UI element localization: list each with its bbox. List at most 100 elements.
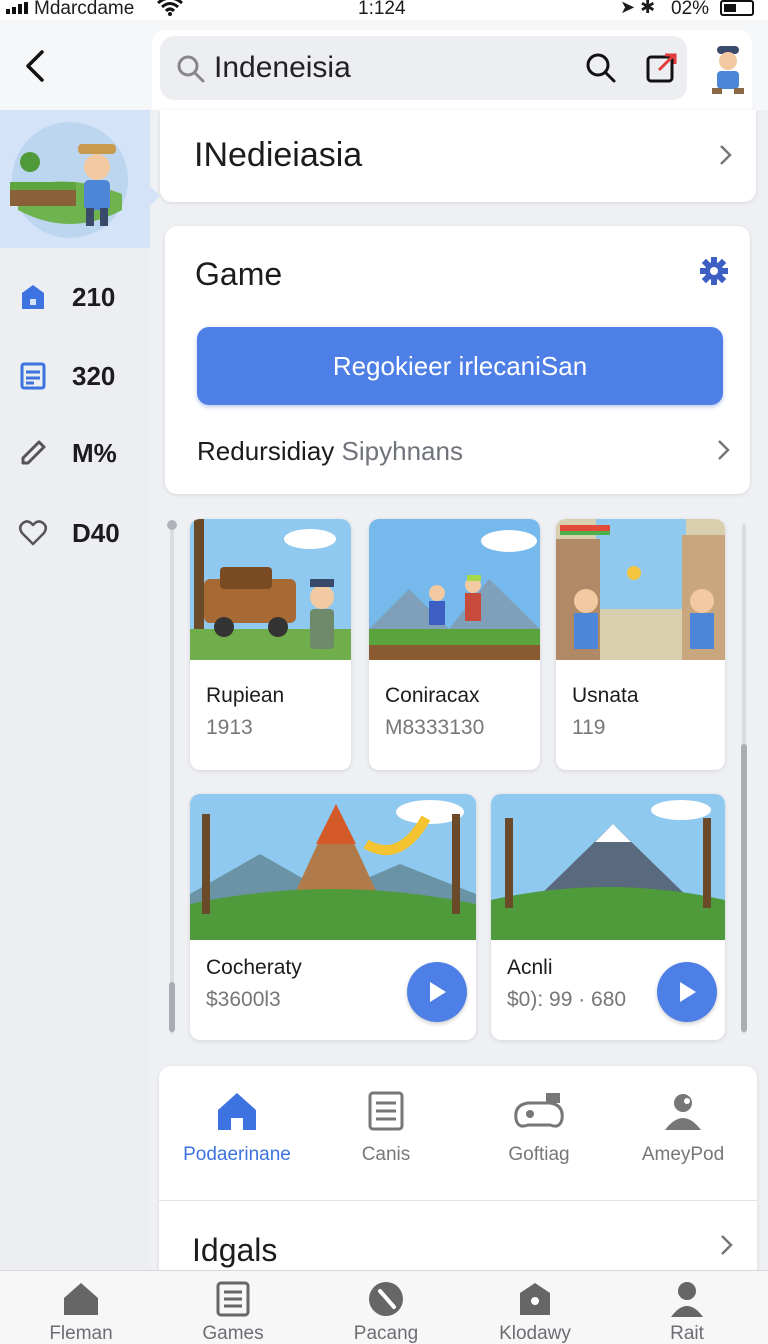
tab-rait[interactable]: Rait [632,1279,742,1344]
carrier-name: Mdarcdame [34,0,135,19]
play-icon [430,982,446,1002]
status-time: 1:124 [358,0,406,19]
game-card-link-label: Redursidiay [197,436,335,466]
game-tile-price: 1913 [206,716,253,739]
bag-icon [520,1283,550,1315]
back-button[interactable] [20,48,52,84]
game-tile-title: Coniracax [385,684,480,707]
section-nav-card: Podaerinane Canis Goftiag AmeyPod Idgals [159,1066,757,1271]
scrollbar-thumb-left[interactable] [169,982,175,1032]
game-tile-title: Acnli [507,956,553,979]
calendar-icon [18,361,48,391]
rail-stat-value: 210 [72,281,116,312]
game-card-link-muted: Sipyhnans [341,436,463,466]
rail-stat-value: M% [72,437,117,468]
battery-icon [720,0,754,16]
status-bar: Mdarcdame 1:124 ➤ ✱ 02% [0,0,768,20]
search-icon [177,55,205,83]
tab-home[interactable]: Fleman [26,1279,136,1344]
nav-item-list[interactable]: Canis [316,1086,456,1176]
game-tile-image [491,794,725,940]
tab-label: Games [202,1323,264,1344]
play-button[interactable] [657,962,717,1022]
search-bar[interactable] [160,36,687,100]
profile-avatar[interactable] [708,44,748,96]
rail-avatar-panel[interactable] [0,110,160,248]
rail-stat-4[interactable]: D40 [18,516,148,550]
chevron-right-icon [718,440,730,460]
scrollbar-thumb-right[interactable] [741,744,747,1032]
nav-item-label: Podaerinane [183,1144,291,1165]
tab-games[interactable]: Games [178,1279,288,1344]
gamepad-icon [514,1093,564,1128]
battery-percent: 02% [671,0,710,19]
rail-stat-3[interactable]: M% [18,436,148,470]
rail-stat-1[interactable]: 210 [18,280,148,314]
share-icon[interactable] [645,52,679,84]
scroll-track-left [170,524,174,1034]
primary-action-button[interactable]: Regokieer irlecaniSan [197,327,723,405]
signal-icon [6,2,28,14]
tab-label: Rait [670,1323,704,1344]
nav-item-home[interactable]: Podaerinane [167,1086,307,1176]
game-avatar-image [10,122,128,238]
country-card[interactable]: INedieiasia [160,110,756,202]
chevron-right-icon [720,145,732,165]
nav-item-person[interactable]: AmeyPod [613,1086,753,1176]
rail-notch [150,186,160,206]
game-card: Game Regokieer irlecaniSan Redursidiay S… [165,226,750,494]
scroll-dot-left [167,520,177,530]
nav-item-label: AmeyPod [641,1144,725,1165]
play-button[interactable] [407,962,467,1022]
game-tile[interactable]: Acnli $0): 99 · 680 [491,794,725,1040]
left-rail: 210 320 M% D40 [0,110,160,1270]
game-tile-title: Cocheraty [206,956,302,979]
game-tile[interactable]: Rupiean 1913 [190,519,351,770]
nav-item-label: Canis [361,1144,411,1165]
game-tile-price: $0): 99 · 680 [507,988,627,1011]
location-icon: ➤ ✱ [620,0,656,17]
game-tile-title: Usnata [572,684,639,707]
game-tile-price: M8333130 [385,716,485,739]
game-tile-image [190,794,476,940]
wifi-icon [157,0,183,16]
search-input[interactable] [214,46,574,90]
home-icon [218,1093,256,1130]
list-icon [216,1281,250,1317]
game-tile[interactable]: Coniracax M8333130 [369,519,540,770]
tab-label: Fleman [49,1323,113,1344]
rail-stat-value: D40 [72,517,120,548]
game-tile[interactable]: Cocheraty $3600l3 [190,794,476,1040]
nav-item-gamepad[interactable]: Goftiag [469,1086,609,1176]
tab-label: Pacang [353,1323,419,1344]
person-icon [671,1282,703,1317]
bottom-tab-bar: Fleman Games Pacang Klodawy Rait [0,1270,768,1344]
rail-stat-2[interactable]: 320 [18,359,148,393]
bank-icon [18,282,48,312]
game-tile-image [369,519,540,660]
tab-klodawy[interactable]: Klodawy [480,1279,590,1344]
country-title: INedieiasia [194,136,363,174]
search-submit-icon[interactable] [585,52,617,84]
play-icon [680,982,696,1002]
game-tile-title: Rupiean [206,684,285,707]
gear-icon[interactable] [699,256,729,286]
game-card-title: Game [195,256,283,292]
tab-pacang[interactable]: Pacang [331,1279,441,1344]
game-tile-price: $3600l3 [206,988,281,1011]
nav-item-label: Goftiag [508,1144,570,1165]
game-card-link[interactable]: Redursidiay Sipyhnans [197,436,463,467]
compass-icon [369,1282,403,1316]
tag-icon [18,438,48,468]
tab-label: Klodawy [499,1323,571,1344]
game-tile-price: 119 [572,716,606,739]
section-title[interactable]: Idgals [192,1232,277,1269]
home-icon [64,1283,98,1315]
rail-stat-value: 320 [72,360,116,391]
game-tile[interactable]: Usnata 119 [556,519,725,770]
game-tile-image [556,519,725,660]
person-icon [665,1094,701,1130]
list-icon [368,1091,404,1131]
heart-icon [18,518,48,548]
game-tile-image [190,519,351,660]
